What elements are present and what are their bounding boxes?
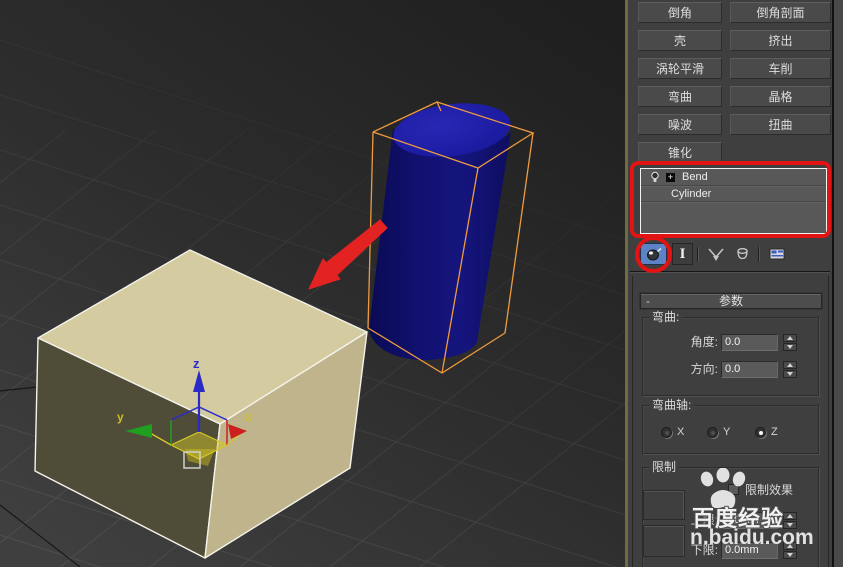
viewport-canvas: z y x xyxy=(0,0,625,567)
spinner-up[interactable] xyxy=(783,512,797,520)
angle-spinner[interactable] xyxy=(783,334,797,351)
stack-toolbar: I xyxy=(640,243,789,265)
show-end-result-icon: I xyxy=(680,246,686,263)
modifier-button-twist[interactable]: 扭曲 xyxy=(730,114,831,135)
angle-label: 角度: xyxy=(643,334,718,351)
spinner-down[interactable] xyxy=(783,521,797,529)
modifier-button-noise[interactable]: 噪波 xyxy=(638,114,722,135)
spinner-up[interactable] xyxy=(783,334,797,342)
modifier-button-turbosmooth[interactable]: 涡轮平滑 xyxy=(638,58,722,79)
pin-stack-button[interactable] xyxy=(640,243,667,265)
limit-effect-label: 限制效果 xyxy=(745,481,793,498)
radio-y[interactable]: Y xyxy=(707,426,730,438)
upper-limit-spinner[interactable] xyxy=(783,512,797,529)
direction-field[interactable]: 0.0 xyxy=(721,361,778,378)
make-unique-button[interactable] xyxy=(704,243,728,265)
direction-row: 方向: 0.0 xyxy=(643,361,818,378)
show-end-result-button[interactable]: I xyxy=(672,243,693,265)
configure-modifier-sets-icon xyxy=(769,247,786,261)
pin-stack-icon xyxy=(645,246,663,262)
toolbar-divider xyxy=(758,247,759,262)
radio-z-label: Z xyxy=(771,426,778,438)
z-axis-label: z xyxy=(193,356,200,371)
spinner-up[interactable] xyxy=(783,542,797,550)
make-unique-icon xyxy=(707,247,725,262)
radio-y-circle[interactable] xyxy=(707,427,718,438)
stack-item-cylinder[interactable]: Cylinder xyxy=(641,186,826,202)
modifier-button-lathe[interactable]: 车削 xyxy=(730,58,831,79)
toolbar-divider xyxy=(697,247,698,262)
spinner-down[interactable] xyxy=(783,370,797,378)
limit-effect-checkbox[interactable] xyxy=(728,484,739,495)
limits-side-box-1 xyxy=(643,490,685,520)
direction-label: 方向: xyxy=(643,361,718,378)
stack-item-label: Bend xyxy=(682,171,708,183)
modifier-button-taper[interactable]: 锥化 xyxy=(638,142,722,163)
bend-group-label: 弯曲: xyxy=(649,310,682,324)
lower-limit-spinner[interactable] xyxy=(783,542,797,559)
rollout-title: 参数 xyxy=(719,294,743,308)
command-panel: 倒角 倒角剖面 壳 挤出 涡轮平滑 车削 弯曲 晶格 噪波 扭曲 锥化 + Be… xyxy=(628,0,843,567)
collapse-icon[interactable]: - xyxy=(646,294,650,308)
remove-modifier-icon xyxy=(735,247,750,261)
panel-separator xyxy=(630,271,830,273)
direction-spinner[interactable] xyxy=(783,361,797,378)
bend-axis-group-label: 弯曲轴: xyxy=(649,398,694,412)
perspective-viewport[interactable]: z y x xyxy=(0,0,628,567)
panel-right-strip[interactable] xyxy=(832,0,843,567)
axis-radio-row: X Y Z xyxy=(643,426,818,442)
radio-x-label: X xyxy=(677,426,684,438)
spinner-down[interactable] xyxy=(783,343,797,351)
lower-limit-field[interactable]: 0.0mm xyxy=(721,542,778,559)
parameters-rollout-header[interactable]: - 参数 xyxy=(640,293,822,309)
bend-axis-group: 弯曲轴: X Y Z xyxy=(642,405,819,454)
modifier-button-bevel-profile[interactable]: 倒角剖面 xyxy=(730,2,831,23)
modifier-button-bevel[interactable]: 倒角 xyxy=(638,2,722,23)
x-axis-label: x xyxy=(245,410,252,424)
spinner-up[interactable] xyxy=(783,361,797,369)
modifier-stack-list: + Bend Cylinder xyxy=(640,168,827,234)
remove-modifier-button[interactable] xyxy=(730,243,754,265)
radio-y-label: Y xyxy=(723,426,730,438)
bend-group: 弯曲: 角度: 0.0 方向: 0.0 xyxy=(642,317,819,396)
modifier-button-bend[interactable]: 弯曲 xyxy=(638,86,722,107)
modifier-button-lattice[interactable]: 晶格 xyxy=(730,86,831,107)
radio-z-circle[interactable] xyxy=(755,427,766,438)
radio-z[interactable]: Z xyxy=(755,426,778,438)
modifier-button-grid: 倒角 倒角剖面 壳 挤出 涡轮平滑 车削 弯曲 晶格 噪波 扭曲 锥化 xyxy=(638,2,831,163)
modifier-button-extrude[interactable]: 挤出 xyxy=(730,30,831,51)
limits-side-box-2 xyxy=(643,525,685,557)
radio-x[interactable]: X xyxy=(661,426,684,438)
modifier-button-empty-slot xyxy=(730,142,831,163)
radio-x-circle[interactable] xyxy=(661,427,672,438)
upper-limit-field[interactable]: 0.0mm xyxy=(721,512,778,529)
spinner-down[interactable] xyxy=(783,551,797,559)
limits-group-label: 限制 xyxy=(649,460,679,474)
lightbulb-icon xyxy=(650,171,660,183)
modifier-button-shell[interactable]: 壳 xyxy=(638,30,722,51)
configure-modifier-sets-button[interactable] xyxy=(765,243,789,265)
stack-item-bend[interactable]: + Bend xyxy=(641,169,826,186)
stack-item-label: Cylinder xyxy=(671,188,711,200)
angle-row: 角度: 0.0 xyxy=(643,334,818,351)
3dsmax-window: z y x 倒角 倒角剖面 壳 挤出 涡轮平滑 车削 弯曲 晶格 噪波 扭曲 锥… xyxy=(0,0,843,567)
expand-plus-icon[interactable]: + xyxy=(666,173,675,182)
angle-field[interactable]: 0.0 xyxy=(721,334,778,351)
y-axis-label: y xyxy=(117,410,124,424)
